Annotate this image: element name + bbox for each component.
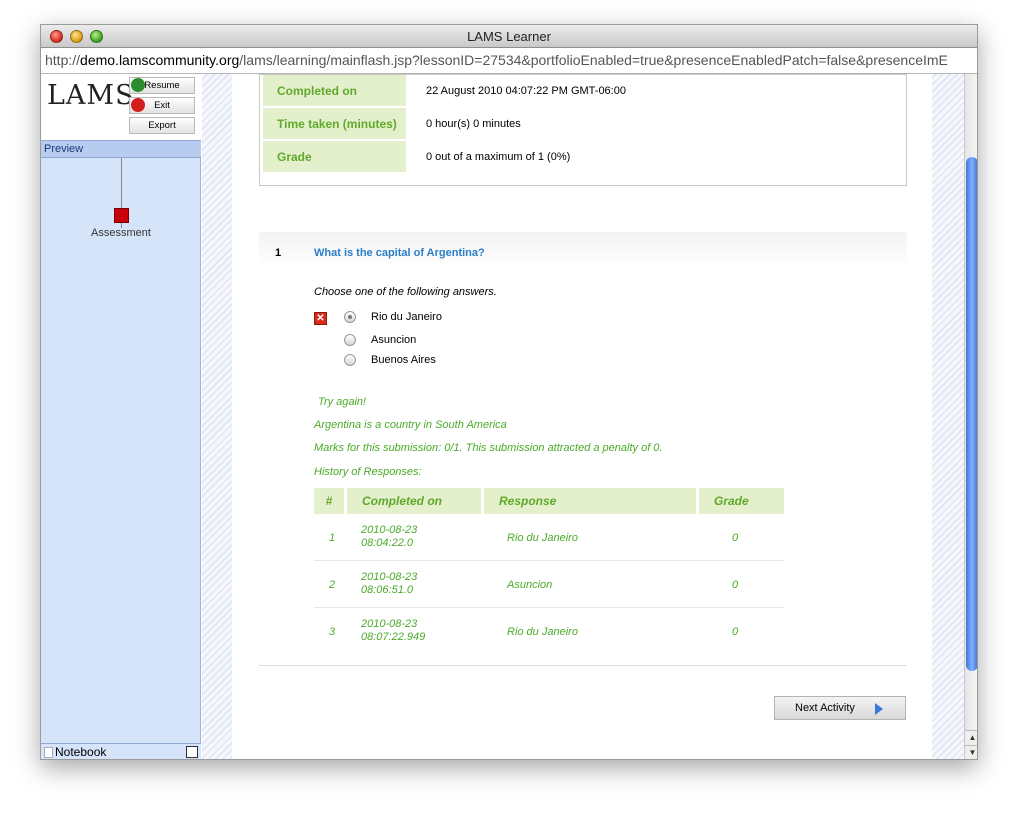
scrollbar-thumb[interactable] xyxy=(966,157,977,671)
row-date: 2010-08-23 xyxy=(361,571,418,583)
window-title: LAMS Learner xyxy=(467,29,551,44)
hint-feedback: Argentina is a country in South America xyxy=(314,419,507,431)
exit-icon xyxy=(131,98,145,112)
header-num: # xyxy=(314,488,344,514)
summary-label: Time taken (minutes) xyxy=(263,108,406,139)
browser-window: LAMS Learner http://demo.lamscommunity.o… xyxy=(40,24,978,760)
row-response: Asuncion xyxy=(507,579,553,591)
learner-sidebar: LAMS Resume Exit Export Preview Assessme… xyxy=(41,74,201,759)
question-header: 1 What is the capital of Argentina? xyxy=(259,232,907,268)
summary-row: Grade 0 out of a maximum of 1 (0%) xyxy=(260,141,906,174)
vertical-scrollbar[interactable]: ▲ ▼ xyxy=(964,74,977,759)
assessment-activity-label[interactable]: Assessment xyxy=(41,227,201,239)
notebook-icon xyxy=(44,747,53,758)
notebook-bar[interactable]: Notebook xyxy=(41,743,201,759)
main-area: Completed on 22 August 2010 04:07:22 PM … xyxy=(202,74,977,759)
question-text: What is the capital of Argentina? xyxy=(314,247,485,259)
url-scheme: http:// xyxy=(45,52,81,68)
option-label: Buenos Aires xyxy=(371,354,436,366)
summary-value: 22 August 2010 04:07:22 PM GMT-06:00 xyxy=(426,84,626,97)
row-grade: 0 xyxy=(732,532,739,544)
address-bar[interactable]: http://demo.lamscommunity.org/lams/learn… xyxy=(41,48,977,74)
row-response: Rio du Janeiro xyxy=(507,626,578,638)
summary-value: 0 out of a maximum of 1 (0%) xyxy=(426,150,571,163)
scroll-up-arrow-icon[interactable]: ▲ xyxy=(965,730,977,745)
table-row: 2 2010-08-23 08:06:51.0 Asuncion 0 xyxy=(314,561,784,608)
row-num: 1 xyxy=(329,532,336,544)
row-grade: 0 xyxy=(732,579,739,591)
question-instruction: Choose one of the following answers. xyxy=(314,286,497,298)
row-date: 2010-08-23 xyxy=(361,524,418,536)
table-row: 1 2010-08-23 08:04:22.0 Rio du Janeiro 0 xyxy=(314,514,784,561)
resume-icon xyxy=(131,78,145,92)
summary-label: Grade xyxy=(263,141,406,172)
summary-label: Completed on xyxy=(263,75,406,106)
export-button[interactable]: Export xyxy=(129,117,195,134)
assessment-content: Completed on 22 August 2010 04:07:22 PM … xyxy=(232,74,932,759)
row-time: 08:06:51.0 xyxy=(361,584,413,596)
question-number: 1 xyxy=(275,247,282,259)
arrow-right-icon xyxy=(875,703,883,715)
summary-row: Time taken (minutes) 0 hour(s) 0 minutes xyxy=(260,108,906,141)
option-label: Asuncion xyxy=(371,334,417,346)
url-path: /lams/learning/mainflash.jsp?lessonID=27… xyxy=(239,52,948,68)
row-grade: 0 xyxy=(732,626,739,638)
row-num: 2 xyxy=(329,579,336,591)
summary-table: Completed on 22 August 2010 04:07:22 PM … xyxy=(259,74,907,186)
radio-button[interactable] xyxy=(344,354,356,366)
row-date: 2010-08-23 xyxy=(361,618,418,630)
lams-logo: LAMS xyxy=(47,80,135,111)
table-row: 3 2010-08-23 08:07:22.949 Rio du Janeiro… xyxy=(314,608,784,655)
header-completed-on: Completed on xyxy=(347,488,481,514)
preview-header: Preview xyxy=(41,140,201,158)
title-bar: LAMS Learner xyxy=(41,25,977,48)
row-response: Rio du Janeiro xyxy=(507,532,578,544)
marks-feedback: Marks for this submission: 0/1. This sub… xyxy=(314,442,663,454)
row-num: 3 xyxy=(329,626,336,638)
url-domain: demo.lamscommunity.org xyxy=(80,52,240,68)
header-grade: Grade xyxy=(699,488,784,514)
radio-button[interactable] xyxy=(344,334,356,346)
history-header-row: # Completed on Response Grade xyxy=(314,488,784,514)
notebook-label: Notebook xyxy=(55,745,107,759)
assessment-activity-node[interactable] xyxy=(114,208,129,223)
row-time: 08:04:22.0 xyxy=(361,537,413,549)
header-response: Response xyxy=(484,488,696,514)
row-time: 08:07:22.949 xyxy=(361,631,426,643)
summary-value: 0 hour(s) 0 minutes xyxy=(426,117,521,130)
address-url[interactable]: http://demo.lamscommunity.org/lams/learn… xyxy=(45,52,948,68)
maximize-icon[interactable] xyxy=(186,746,198,758)
scroll-down-arrow-icon[interactable]: ▼ xyxy=(965,745,977,759)
history-label: History of Responses: xyxy=(314,466,422,478)
next-activity-button[interactable]: Next Activity xyxy=(774,696,906,720)
summary-row: Completed on 22 August 2010 04:07:22 PM … xyxy=(260,75,906,108)
logo-area: LAMS Resume Exit Export xyxy=(41,74,201,140)
option-label: Rio du Janeiro xyxy=(371,311,442,323)
next-activity-label: Next Activity xyxy=(795,702,855,714)
try-again-feedback: Try again! xyxy=(318,396,367,408)
divider xyxy=(259,665,907,666)
radio-button[interactable] xyxy=(344,311,356,323)
incorrect-icon: ✕ xyxy=(314,312,327,325)
